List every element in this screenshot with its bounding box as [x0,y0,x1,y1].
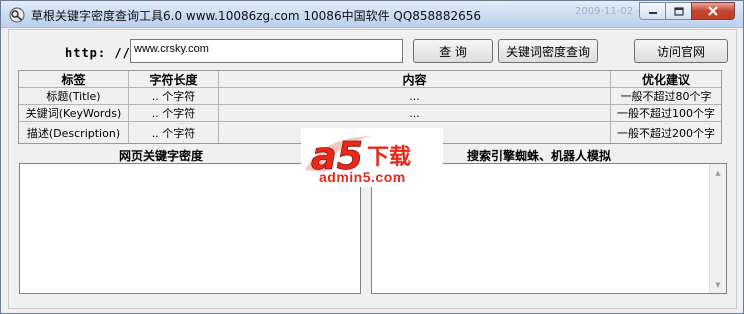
logo-url-text: admin5.com [319,169,406,185]
row-keywords-advice: 一般不超过100个字 [611,105,721,122]
keyword-density-button[interactable]: 关键词密度查询 [498,39,598,63]
app-window: 草根关键字密度查询工具6.0 www.10086zg.com 10086中国软件… [0,0,744,314]
close-icon [708,6,718,16]
url-label: http: // [65,46,131,60]
app-logo-icon [9,7,25,23]
row-title-content: ... [219,88,611,105]
vertical-scrollbar[interactable]: ▲ ▼ [709,164,726,293]
scroll-up-arrow-icon[interactable]: ▲ [710,164,726,181]
row-title-length: .. 个字符 [129,88,219,105]
row-description-advice: 一般不超过200个字 [617,126,715,140]
visit-website-button[interactable]: 访问官网 [634,39,728,63]
url-input[interactable]: www.crsky.com [130,39,403,63]
row-keywords-content: ... [219,105,611,122]
spider-simulation-panel-title: 搜索引擎蜘蛛、机器人模拟 [467,149,612,163]
close-button[interactable] [691,2,735,20]
maximize-icon [673,6,684,16]
row-keywords-length: .. 个字符 [129,105,219,122]
row-title-label: 标题(Title) [19,88,129,105]
row-description-label: 描述(Description) [19,122,129,143]
column-header-length: 字符长度 [129,71,219,88]
column-header-content: 内容 [219,71,611,88]
minimize-button[interactable] [639,2,665,20]
column-header-label: 标签 [19,71,129,88]
search-button[interactable]: 查 询 [413,39,493,63]
keyword-density-panel-title: 网页关键字密度 [119,149,204,163]
row-description-length: .. 个字符 [129,122,219,143]
row-title-advice: 一般不超过80个字 [611,88,721,105]
minimize-icon [648,12,657,14]
caption-buttons [639,2,735,21]
maximize-button[interactable] [665,2,691,20]
column-header-advice: 优化建议 [611,71,721,88]
admin5-watermark-logo: a5 下载 admin5.com [301,128,443,187]
title-bar[interactable]: 草根关键字密度查询工具6.0 www.10086zg.com 10086中国软件… [1,1,743,28]
logo-chinese-text: 下载 [367,144,411,170]
row-keywords-label: 关键词(KeyWords) [19,105,129,122]
scroll-down-arrow-icon[interactable]: ▼ [710,276,726,293]
window-title: 草根关键字密度查询工具6.0 www.10086zg.com 10086中国软件… [31,9,481,23]
